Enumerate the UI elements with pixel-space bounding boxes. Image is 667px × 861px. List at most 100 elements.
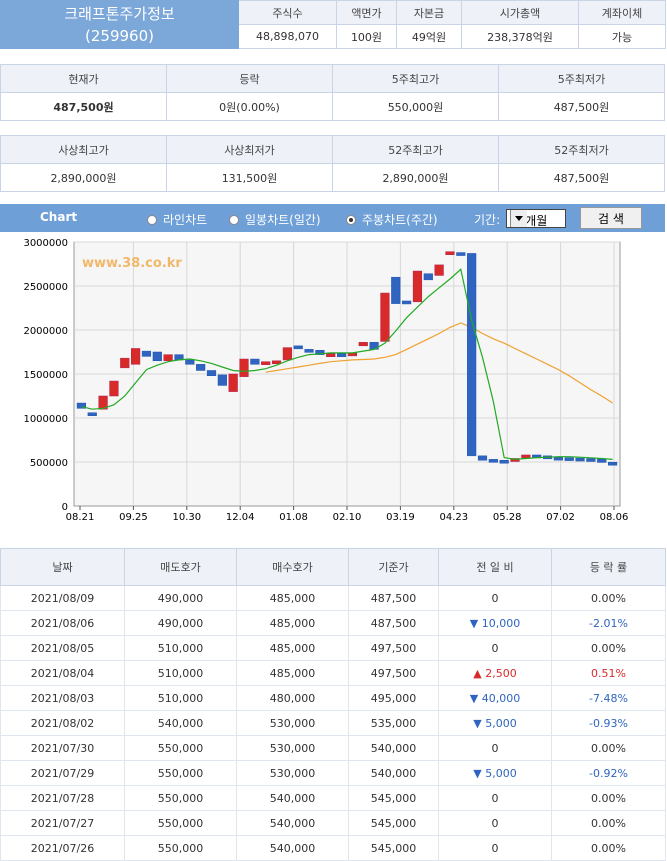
ask-cell: 550,000: [124, 785, 237, 811]
info-header: 주식수: [238, 0, 337, 25]
rate-cell: -0.93%: [551, 710, 666, 736]
candle: [336, 353, 347, 358]
candle: [391, 276, 401, 304]
date-cell: 2021/08/04: [0, 660, 125, 686]
bid-cell: 540,000: [236, 810, 349, 836]
candle: [488, 459, 498, 463]
candle: [152, 351, 162, 362]
candle: [239, 358, 249, 377]
date-cell: 2021/08/03: [0, 685, 125, 711]
limits-header: 사상최저가: [166, 135, 333, 164]
table-row: 2021/08/04 510,000 485,000 497,500 ▲ 2,500 0.…: [0, 660, 666, 686]
candle: [467, 253, 477, 457]
candle: [206, 370, 217, 377]
quotes-header: 등 락 률: [551, 548, 666, 586]
info-header: 자본금: [396, 0, 462, 25]
change-cell: 0: [438, 585, 552, 611]
candle: [445, 251, 455, 255]
ask-cell: 490,000: [124, 585, 237, 611]
x-tick-label: 03.19: [386, 512, 415, 523]
quotes-header: 매수호가: [236, 548, 349, 586]
y-tick-label: 3000000: [23, 238, 68, 249]
bid-cell: 485,000: [236, 660, 349, 686]
limits-header: 52주최저가: [498, 135, 665, 164]
quotes-header: 기준가: [348, 548, 439, 586]
date-cell: 2021/08/09: [0, 585, 125, 611]
info-header: 계좌이체: [578, 0, 666, 25]
price-header: 5주최저가: [498, 64, 665, 93]
info-value: 가능: [578, 24, 666, 49]
change-cell: 0: [438, 635, 552, 661]
price-header: 현재가: [0, 64, 167, 93]
change-cell: ▼ 5,000: [438, 710, 552, 736]
candle: [553, 456, 563, 461]
table-row: 2021/08/03 510,000 480,000 495,000 ▼ 40,000-…: [0, 685, 666, 711]
change-cell: 0: [438, 785, 552, 811]
candle: [282, 347, 292, 361]
candle: [402, 300, 412, 305]
candle: [217, 374, 227, 386]
candle: [109, 380, 119, 397]
ask-cell: 510,000: [124, 685, 237, 711]
search-button[interactable]: 검 색: [580, 207, 642, 229]
rate-cell: 0.00%: [551, 635, 666, 661]
info-value: 238,378억원: [461, 24, 579, 49]
radio-label: 일봉차트(일간): [245, 213, 321, 227]
candle: [250, 358, 260, 365]
all-time-high: 2,890,000원: [0, 163, 167, 192]
radio-weekly-chart[interactable]: 주봉차트(주간): [346, 211, 438, 228]
candle: [499, 459, 509, 464]
base-cell: 487,500: [348, 585, 439, 611]
candle: [358, 342, 368, 347]
bid-cell: 530,000: [236, 735, 349, 761]
stock-name: 크래프톤주가정보: [64, 4, 175, 23]
quotes-body: 2021/08/09 490,000 485,000 487,500 0 0.00% 202…: [0, 585, 666, 861]
y-tick-label: 1000000: [23, 414, 68, 425]
radio-line-chart[interactable]: 라인차트: [147, 211, 207, 228]
candle: [575, 457, 585, 462]
change-cell: ▼ 40,000: [438, 685, 552, 711]
change-cell: ▼ 10,000: [438, 610, 552, 636]
quotes-header: 전 일 비: [438, 548, 552, 586]
y-tick-label: 500000: [30, 458, 68, 469]
chart-label: Chart: [40, 210, 78, 224]
stock-chart: www.38.co.kr 050000010000001500000200000…: [0, 236, 667, 548]
period-select[interactable]: 12개월: [506, 209, 566, 228]
base-cell: 540,000: [348, 760, 439, 786]
bid-cell: 530,000: [236, 710, 349, 736]
date-cell: 2021/08/02: [0, 710, 125, 736]
candle: [597, 458, 607, 463]
chevron-down-icon[interactable]: [510, 210, 527, 227]
bid-cell: 485,000: [236, 610, 349, 636]
candle: [304, 349, 314, 353]
price-table: 현재가 등락 5주최고가 5주최저가 487,500원 0원(0.00%) 55…: [0, 64, 665, 121]
x-tick-label: 04.23: [439, 512, 468, 523]
quotes-header: 날짜: [0, 548, 125, 586]
table-row: 2021/07/30 550,000 530,000 540,000 0 0.00%: [0, 735, 666, 761]
base-cell: 497,500: [348, 635, 439, 661]
week5-low: 487,500원: [498, 92, 665, 121]
change-cell: 0: [438, 835, 552, 861]
ask-cell: 540,000: [124, 710, 237, 736]
rate-cell: 0.00%: [551, 810, 666, 836]
ask-cell: 550,000: [124, 760, 237, 786]
x-tick-label: 07.02: [546, 512, 575, 523]
date-cell: 2021/08/06: [0, 610, 125, 636]
ask-cell: 510,000: [124, 660, 237, 686]
table-row: 2021/08/02 540,000 530,000 535,000 ▼ 5,000 -0…: [0, 710, 666, 736]
date-cell: 2021/07/27: [0, 810, 125, 836]
change-cell: 0: [438, 810, 552, 836]
rate-cell: -7.48%: [551, 685, 666, 711]
candle: [423, 273, 433, 281]
candle: [434, 264, 444, 276]
candle: [163, 354, 173, 362]
table-row: 2021/07/26 550,000 540,000 545,000 0 0.00%: [0, 835, 666, 861]
bid-cell: 480,000: [236, 685, 349, 711]
candle: [261, 361, 271, 365]
stock-title: 크래프톤주가정보 (259960): [0, 0, 239, 49]
radio-daily-chart[interactable]: 일봉차트(일간): [229, 211, 321, 228]
base-cell: 545,000: [348, 835, 439, 861]
date-cell: 2021/08/05: [0, 635, 125, 661]
base-cell: 545,000: [348, 810, 439, 836]
table-row: 2021/07/27 550,000 540,000 545,000 0 0.00%: [0, 810, 666, 836]
